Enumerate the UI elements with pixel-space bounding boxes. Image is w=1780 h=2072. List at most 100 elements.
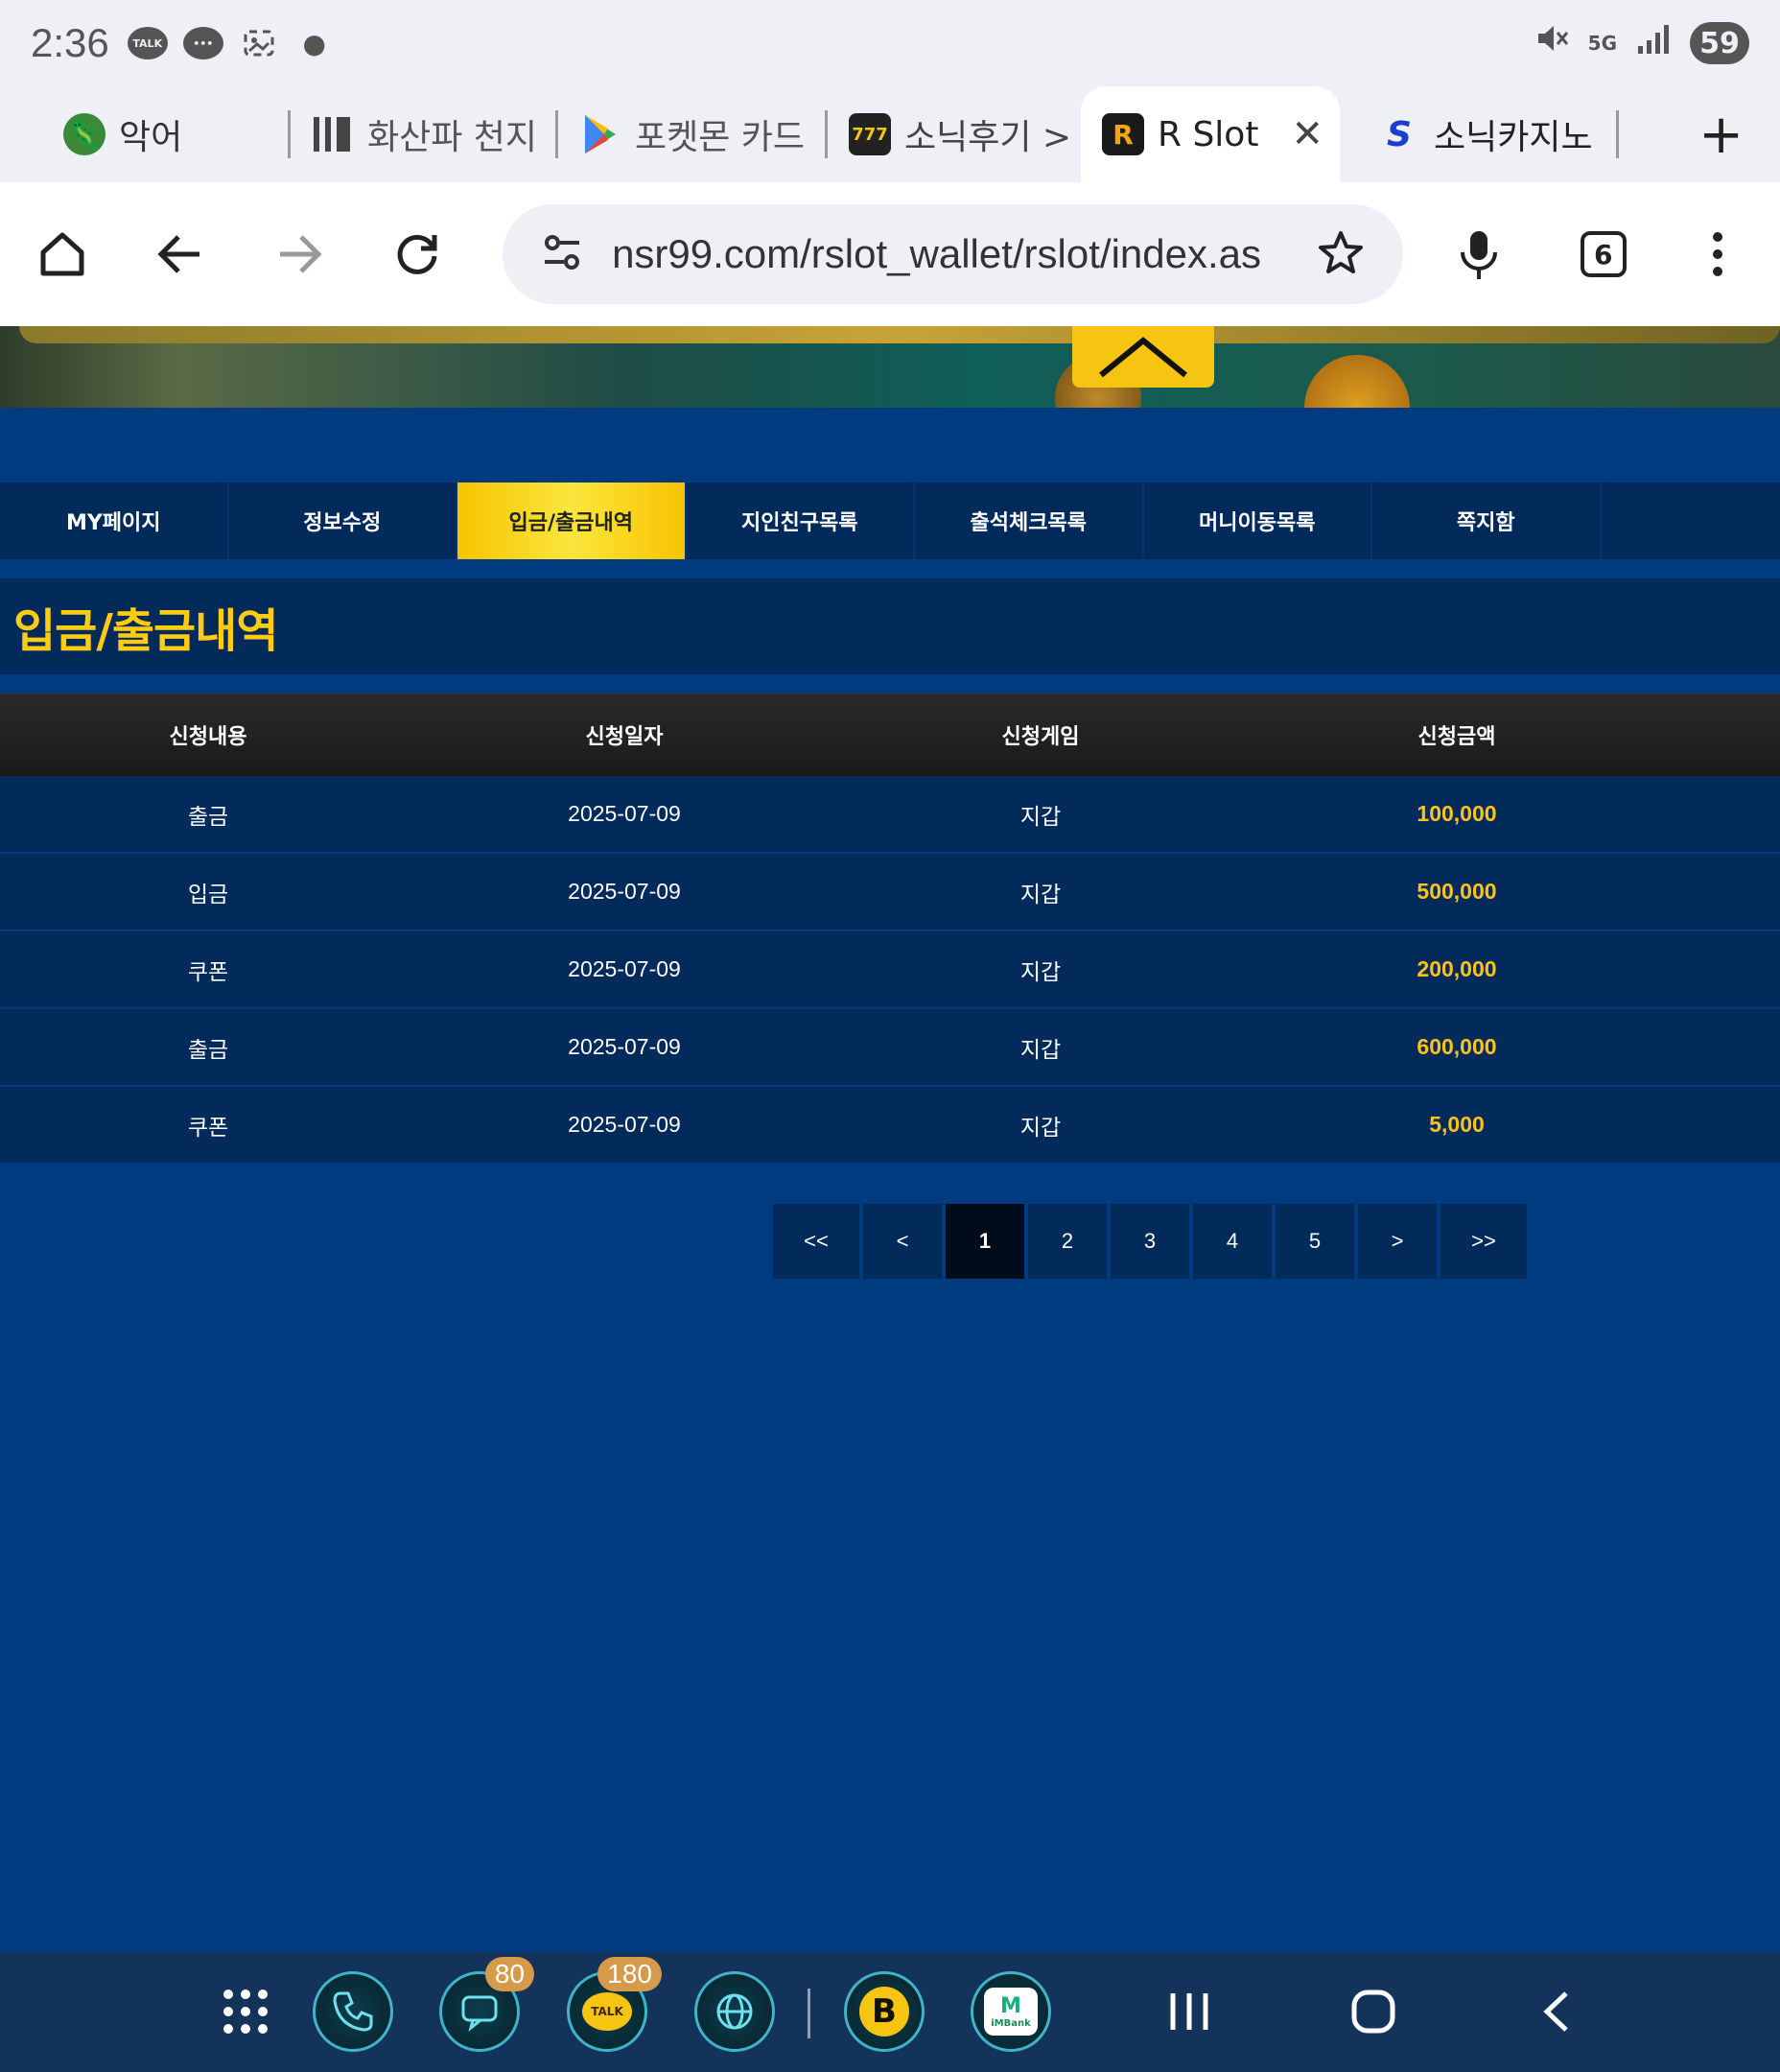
notification-badge: 180 bbox=[597, 1957, 662, 1991]
page-prev-button[interactable]: < bbox=[863, 1204, 942, 1279]
menu-item-attendance[interactable]: 출석체크목록 bbox=[915, 483, 1144, 559]
status-time: 2:36 bbox=[31, 20, 109, 65]
request-type: 입금 bbox=[187, 881, 229, 906]
browser-tab[interactable]: S 소닉카지노 bbox=[1340, 86, 1616, 182]
menu-item-friends[interactable]: 지인친구목록 bbox=[687, 483, 915, 559]
browser-app[interactable] bbox=[694, 1971, 775, 2052]
mypage-menu: MY페이지 정보수정 입금/출금내역 지인친구목록 출석체크목록 머니이동목록 … bbox=[0, 483, 1780, 559]
kakaotalk-notification-icon: TALK bbox=[127, 22, 169, 64]
new-tab-button[interactable]: + bbox=[1698, 104, 1744, 166]
page-button[interactable]: 3 bbox=[1111, 1204, 1189, 1279]
request-type: 출금 bbox=[187, 1036, 229, 1062]
more-options-button[interactable] bbox=[1684, 220, 1751, 289]
request-date: 2025-07-09 bbox=[568, 801, 681, 826]
chevron-left-icon bbox=[1543, 1991, 1568, 2032]
page-button[interactable]: 5 bbox=[1276, 1204, 1354, 1279]
menu-item-inbox[interactable]: 쪽지함 bbox=[1372, 483, 1602, 559]
back-button[interactable] bbox=[148, 220, 215, 289]
scroll-to-top-button[interactable] bbox=[1072, 326, 1214, 388]
table-row: 쿠폰 2025-07-09 지갑 200,000 bbox=[0, 931, 1780, 1009]
forward-button[interactable] bbox=[266, 220, 333, 289]
signal-icon bbox=[1634, 19, 1673, 67]
chevron-up-icon bbox=[1099, 337, 1187, 378]
close-tab-icon[interactable]: ✕ bbox=[1291, 112, 1323, 156]
talk-bubble-icon: TALK bbox=[582, 1992, 632, 2031]
messages-app[interactable]: 80 bbox=[439, 1957, 534, 2052]
browser-toolbar: nsr99.com/rslot_wallet/rslot/index.as 6 bbox=[0, 182, 1780, 326]
page-button[interactable]: 4 bbox=[1193, 1204, 1272, 1279]
column-header: 신청금액 bbox=[1417, 725, 1496, 749]
column-header: 신청내용 bbox=[169, 725, 247, 749]
b-logo-icon: B bbox=[859, 1987, 909, 2037]
browser-tab[interactable]: 🦎 악어 bbox=[0, 86, 288, 182]
tab-count: 6 bbox=[1580, 231, 1627, 277]
reload-icon bbox=[397, 234, 437, 274]
voice-search-button[interactable] bbox=[1445, 220, 1512, 289]
home-button[interactable] bbox=[29, 220, 96, 289]
spacer bbox=[0, 674, 1780, 694]
request-game: 지갑 bbox=[1019, 958, 1062, 984]
back-nav-button[interactable] bbox=[1527, 1981, 1588, 2042]
home-nav-button[interactable] bbox=[1343, 1981, 1404, 2042]
page-next-button[interactable]: > bbox=[1358, 1204, 1437, 1279]
barcode-icon bbox=[312, 113, 354, 155]
browser-tab-active[interactable]: R R Slot ✕ bbox=[1081, 86, 1340, 182]
menu-item-money-transfer[interactable]: 머니이동목록 bbox=[1144, 483, 1372, 559]
address-bar[interactable]: nsr99.com/rslot_wallet/rslot/index.as bbox=[503, 204, 1404, 304]
mute-icon bbox=[1533, 19, 1571, 67]
hero-gold-frame bbox=[19, 326, 1780, 343]
android-taskbar: 80 TALK 180 B M iMBank bbox=[0, 1952, 1780, 2072]
request-amount: 200,000 bbox=[1417, 956, 1497, 981]
request-type: 쿠폰 bbox=[187, 958, 229, 984]
request-game: 지갑 bbox=[1019, 881, 1062, 906]
status-right: 5G 59 bbox=[1533, 19, 1749, 67]
site-settings-icon[interactable] bbox=[541, 231, 583, 277]
tab-switcher-button[interactable]: 6 bbox=[1570, 220, 1637, 289]
page-first-button[interactable]: << bbox=[773, 1204, 859, 1279]
request-amount: 100,000 bbox=[1417, 801, 1497, 826]
menu-item-deposit-withdrawal[interactable]: 입금/출금내역 bbox=[457, 483, 687, 559]
recent-apps-button[interactable] bbox=[1160, 1981, 1218, 2042]
hero-banner bbox=[0, 326, 1780, 408]
url-text: nsr99.com/rslot_wallet/rslot/index.as bbox=[612, 231, 1262, 276]
reload-button[interactable] bbox=[385, 220, 452, 289]
browser-tab[interactable]: 화산파 천지 bbox=[291, 86, 555, 182]
notification-badge: 80 bbox=[484, 1957, 534, 1991]
browser-tab[interactable]: 포켓몬 카드 bbox=[558, 86, 825, 182]
page-button[interactable]: 2 bbox=[1028, 1204, 1107, 1279]
request-type: 출금 bbox=[187, 803, 229, 829]
menu-item-mypage[interactable]: MY페이지 bbox=[0, 483, 229, 559]
r-slot-icon: R bbox=[1102, 113, 1144, 155]
menu-item-edit-info[interactable]: 정보수정 bbox=[229, 483, 457, 559]
kakaotalk-app[interactable]: TALK 180 bbox=[567, 1957, 662, 2052]
table-row: 입금 2025-07-09 지갑 500,000 bbox=[0, 854, 1780, 931]
message-icon bbox=[461, 1995, 498, 2032]
gecko-icon: 🦎 bbox=[63, 113, 105, 155]
page-button-current[interactable]: 1 bbox=[946, 1204, 1024, 1279]
column-header: 신청게임 bbox=[1001, 725, 1080, 749]
coin-decoration bbox=[1304, 355, 1410, 408]
arrow-right-icon bbox=[279, 235, 322, 273]
play-store-icon bbox=[579, 113, 621, 155]
table-row: 출금 2025-07-09 지갑 600,000 bbox=[0, 1009, 1780, 1087]
s-logo-icon: S bbox=[1387, 114, 1412, 154]
browser-tab[interactable]: 777 소닉후기 > bbox=[828, 86, 1092, 182]
kebab-menu-icon bbox=[1713, 232, 1723, 276]
dot-icon: ● bbox=[302, 27, 326, 59]
screenshot-icon bbox=[238, 22, 280, 64]
recents-icon bbox=[1170, 1993, 1208, 2030]
page-title-panel: 입금/출금내역 bbox=[0, 578, 1780, 674]
request-amount: 500,000 bbox=[1417, 879, 1497, 904]
request-game: 지갑 bbox=[1019, 803, 1062, 829]
phone-app[interactable] bbox=[313, 1971, 393, 2052]
b-app[interactable]: B bbox=[844, 1971, 925, 2052]
page-last-button[interactable]: >> bbox=[1440, 1204, 1527, 1279]
request-game: 지갑 bbox=[1019, 1114, 1062, 1140]
network-type: 5G bbox=[1587, 32, 1617, 55]
request-date: 2025-07-09 bbox=[568, 879, 681, 904]
app-drawer-button[interactable] bbox=[205, 1971, 286, 2052]
slot-icon: 777 bbox=[849, 113, 891, 155]
bookmark-star-icon[interactable] bbox=[1317, 228, 1365, 280]
battery-indicator: 59 bbox=[1690, 22, 1749, 64]
imbank-app[interactable]: M iMBank bbox=[971, 1971, 1051, 2052]
